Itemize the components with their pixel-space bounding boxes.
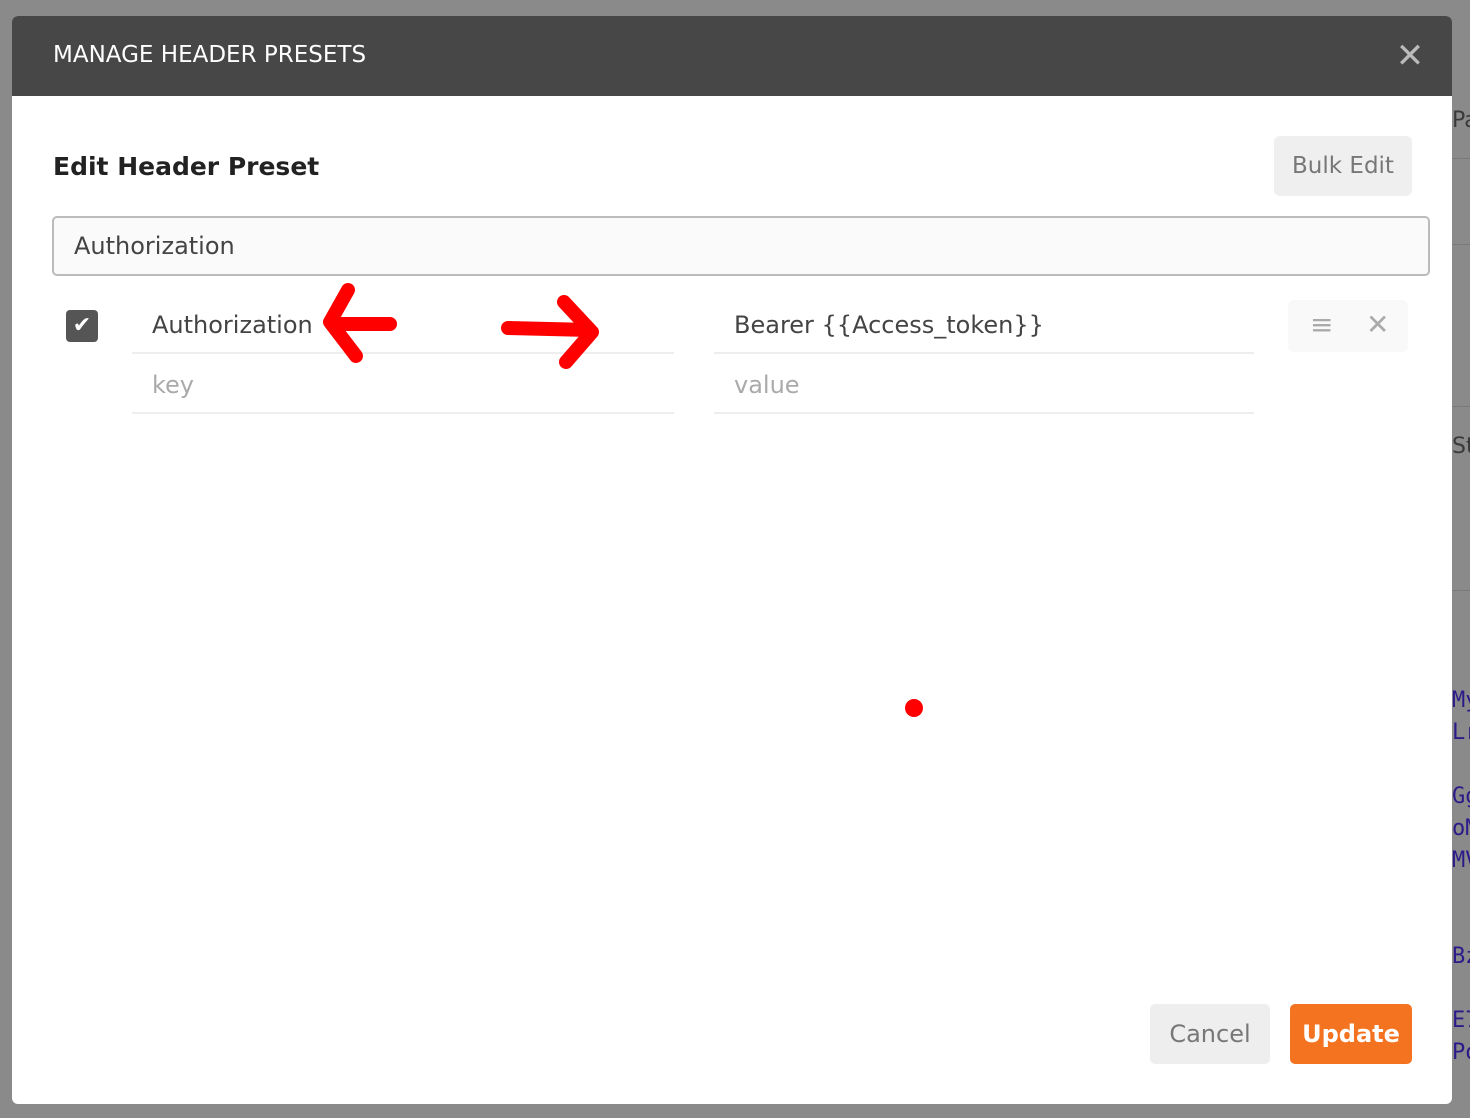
close-icon[interactable]: ✕ xyxy=(1392,38,1428,74)
bg-link: E7 xyxy=(1452,1008,1470,1033)
bg-link: MV xyxy=(1452,848,1470,873)
section-title: Edit Header Preset xyxy=(53,152,320,181)
new-key-field[interactable]: key xyxy=(132,356,674,414)
manage-header-presets-modal: MANAGE HEADER PRESETS ✕ Edit Header Pres… xyxy=(12,16,1452,1104)
update-button[interactable]: Update xyxy=(1290,1004,1412,1064)
header-key-field[interactable]: Authorization xyxy=(132,296,674,354)
cancel-button[interactable]: Cancel xyxy=(1150,1004,1270,1064)
bg-link: Bz xyxy=(1452,944,1470,969)
row-enabled-checkbox[interactable]: ✔ xyxy=(66,310,98,342)
row-actions: ≡ ✕ xyxy=(1288,300,1408,352)
bulk-edit-button[interactable]: Bulk Edit xyxy=(1274,136,1412,196)
modal-header: MANAGE HEADER PRESETS ✕ xyxy=(12,16,1452,96)
drag-handle-icon[interactable]: ≡ xyxy=(1310,308,1333,341)
new-value-field[interactable]: value xyxy=(714,356,1254,414)
check-icon: ✔ xyxy=(72,313,92,338)
delete-row-icon[interactable]: ✕ xyxy=(1366,308,1389,341)
bg-link: oM xyxy=(1452,816,1470,841)
bg-link: Gg xyxy=(1452,784,1470,809)
bg-link: Po xyxy=(1452,1040,1470,1065)
bg-text: Sta xyxy=(1452,434,1470,459)
modal-title: MANAGE HEADER PRESETS xyxy=(53,42,367,68)
preset-name-input[interactable] xyxy=(52,216,1430,276)
bg-link: My xyxy=(1452,688,1470,713)
bg-link: Lr xyxy=(1452,720,1470,745)
bg-text: Pa xyxy=(1452,108,1470,133)
header-value-field[interactable]: Bearer {{Access_token}} xyxy=(714,296,1254,354)
